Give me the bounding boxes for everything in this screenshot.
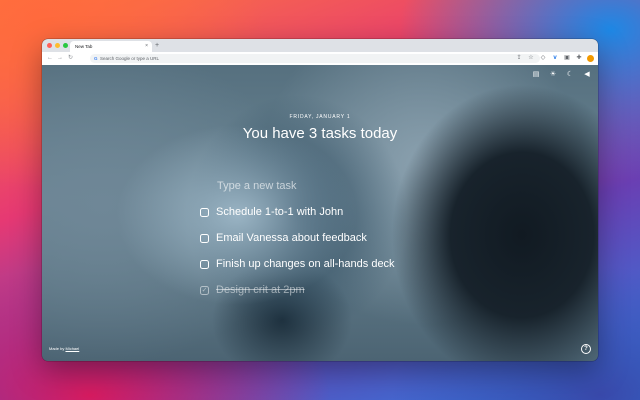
window-controls	[47, 43, 68, 48]
close-window-button[interactable]	[47, 43, 52, 48]
task-item[interactable]: Finish up changes on all-hands deck	[200, 256, 395, 272]
task-item-done[interactable]: ✓ Design crit at 2pm	[200, 282, 305, 298]
google-icon: G	[94, 56, 98, 61]
task-checkbox[interactable]	[200, 233, 209, 243]
new-tab-page: ▤ ☀ ☾ ◀ FRIDAY, JANUARY 1 You have 3 tas…	[42, 65, 598, 361]
page-controls: ▤ ☀ ☾ ◀	[531, 70, 592, 80]
browser-window: New Tab × + ← → ↻ G ⇪ ☆ ◇ v ▣ ✚ ▤ ☀ ☾ ◀ …	[42, 39, 598, 361]
speaker-icon[interactable]: ◀	[582, 70, 592, 80]
address-input[interactable]	[100, 54, 500, 63]
browser-toolbar: ← → ↻ G ⇪ ☆ ◇ v ▣ ✚	[42, 52, 598, 66]
new-tab-button[interactable]: +	[155, 40, 159, 51]
check-icon: ✓	[201, 286, 208, 294]
task-checkbox[interactable]	[200, 207, 209, 217]
moon-icon[interactable]: ☾	[565, 70, 575, 80]
credit-prefix: Made by	[49, 346, 65, 351]
task-checkbox[interactable]	[200, 259, 209, 269]
tab-strip: New Tab × +	[42, 39, 598, 52]
task-item[interactable]: Schedule 1-to-1 with John	[200, 204, 343, 220]
date-label: FRIDAY, JANUARY 1	[289, 114, 351, 120]
puzzle-icon[interactable]: ✚	[575, 54, 583, 63]
sun-icon[interactable]: ☀	[548, 70, 558, 80]
tab-title: New Tab	[75, 44, 93, 49]
minimize-window-button[interactable]	[55, 43, 60, 48]
photo-credit: Made by Michael	[49, 346, 79, 351]
reload-icon[interactable]: ↻	[68, 52, 73, 65]
zoom-window-button[interactable]	[63, 43, 68, 48]
image-icon[interactable]: ▤	[531, 70, 541, 80]
tab-close-icon[interactable]: ×	[145, 41, 148, 52]
task-label: Design crit at 2pm	[216, 284, 305, 296]
extension-capture-icon[interactable]: ▣	[563, 54, 571, 63]
toolbar-icons: ⇪ ☆ ◇ v ▣ ✚	[515, 54, 594, 63]
address-bar[interactable]: G	[90, 54, 540, 63]
task-item[interactable]: Email Vanessa about feedback	[200, 230, 367, 246]
share-icon[interactable]: ⇪	[515, 54, 523, 63]
task-label: Email Vanessa about feedback	[216, 232, 367, 244]
task-checkbox-checked[interactable]: ✓	[200, 285, 209, 295]
help-button[interactable]: ?	[581, 344, 591, 354]
back-icon[interactable]: ←	[47, 52, 53, 65]
credit-author-link[interactable]: Michael	[65, 346, 79, 351]
profile-avatar[interactable]	[587, 55, 594, 62]
tab-new-tab[interactable]: New Tab ×	[70, 41, 152, 52]
task-label: Finish up changes on all-hands deck	[216, 258, 395, 270]
shield-icon[interactable]: ◇	[539, 54, 547, 63]
forward-icon[interactable]: →	[57, 52, 63, 65]
bookmark-icon[interactable]: ☆	[527, 54, 535, 63]
task-label: Schedule 1-to-1 with John	[216, 206, 344, 218]
tasks-headline: You have 3 tasks today	[242, 125, 398, 142]
new-task-input[interactable]	[217, 179, 467, 193]
extension-v-icon[interactable]: v	[551, 54, 559, 63]
